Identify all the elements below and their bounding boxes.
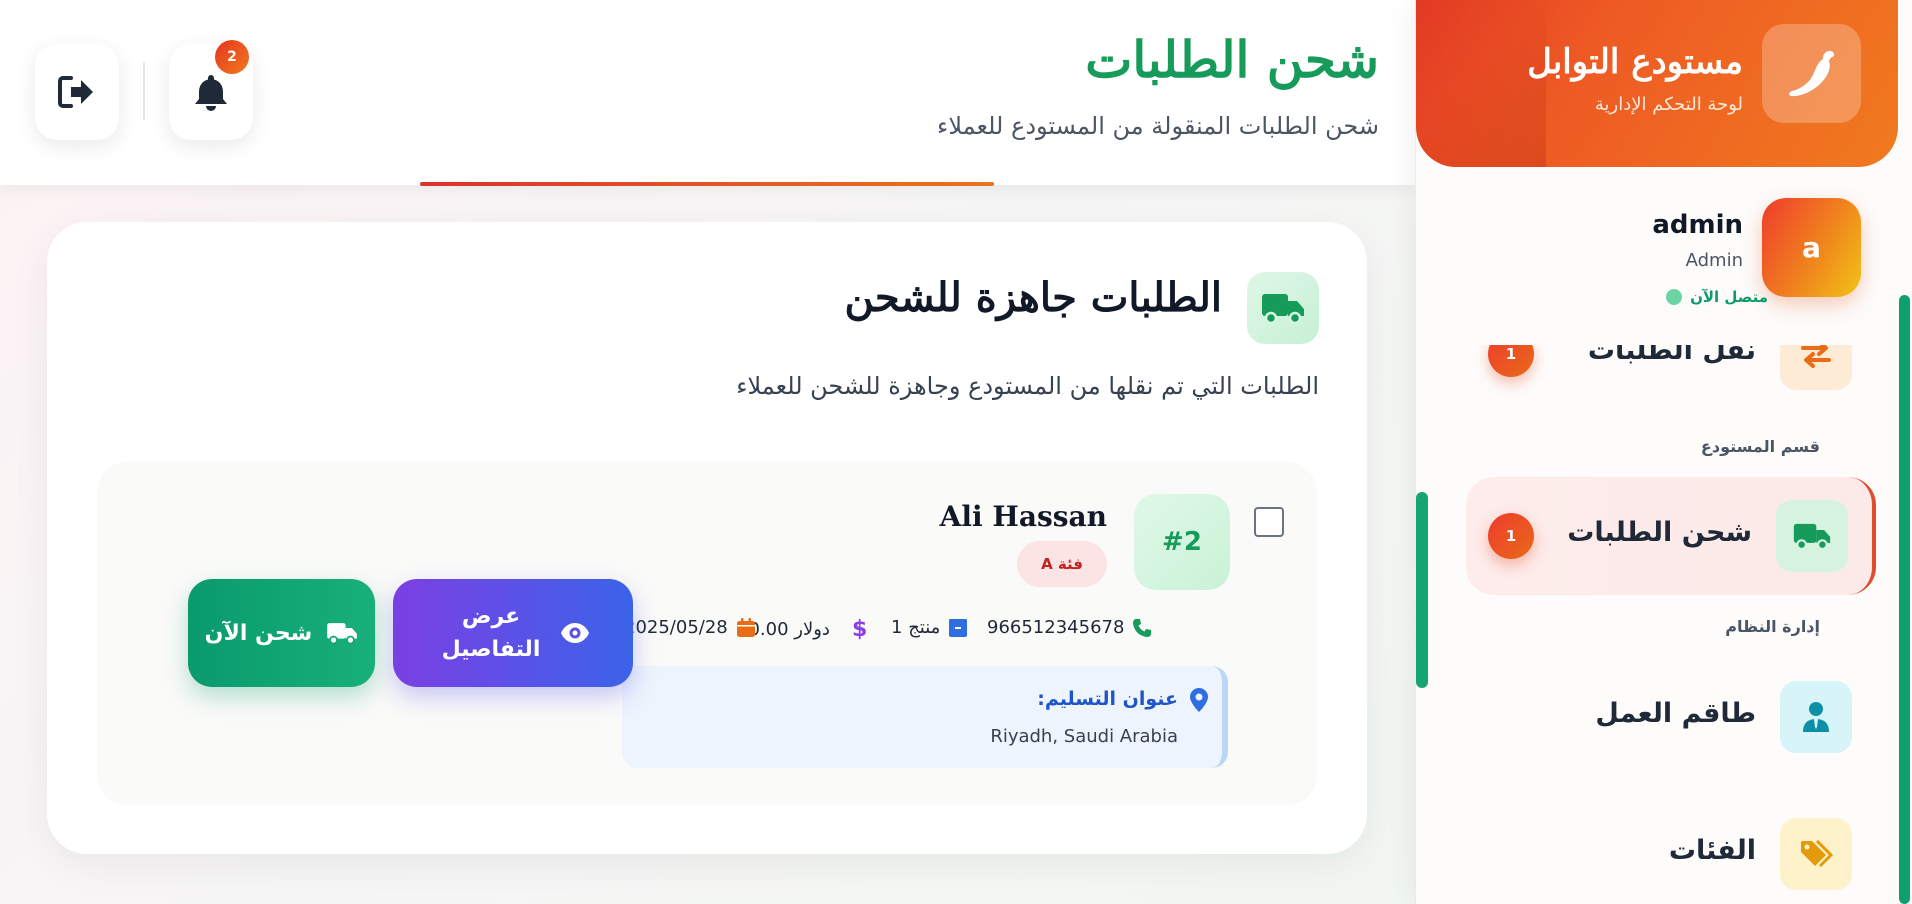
date-value: 2025/05/28 [624, 617, 728, 638]
page-subtitle: شحن الطلبات المنقولة من المستودع للعملاء [937, 112, 1379, 140]
order-phone: 966512345678 [987, 617, 1152, 638]
sidebar-item-label: نقل الطلبات [1587, 345, 1756, 366]
ship-now-label: شحن الآن [204, 620, 313, 646]
order-products: 1 منتج [891, 617, 968, 638]
panel-truck-icon [1247, 272, 1319, 344]
panel-description: الطلبات التي تم نقلها من المستودع وجاهزة… [736, 372, 1319, 400]
notification-count-badge: 2 [215, 40, 249, 74]
sidebar-scroll-thumb[interactable] [1416, 492, 1428, 688]
truck-icon [1776, 500, 1848, 572]
tags-icon [1780, 818, 1852, 890]
phone-value: 966512345678 [987, 617, 1125, 638]
view-details-button[interactable]: عرض التفاصيل [393, 579, 633, 687]
delivery-address-box: عنوان التسليم: Riyadh, Saudi Arabia [622, 666, 1228, 768]
user-role: Admin [1685, 250, 1743, 271]
user-card: a admin Admin متصل الآن [1416, 180, 1898, 345]
address-label: عنوان التسليم: [1037, 688, 1178, 710]
sidebar-nav: نقل الطلبات 1 قسم المستودع شحن الطلبات 1… [1416, 345, 1898, 904]
header-divider [143, 62, 145, 120]
section-label-warehouse: قسم المستودع [1700, 437, 1820, 456]
logout-icon [58, 76, 93, 108]
user-name: admin [1652, 210, 1743, 240]
sidebar-item-categories[interactable]: الفئات [1466, 795, 1876, 904]
location-pin-icon [1190, 688, 1208, 712]
order-amount: 60.00 دولار $ [737, 617, 867, 642]
sidebar-item-badge: 1 [1488, 513, 1534, 559]
order-date: 2025/05/28 [624, 617, 756, 638]
ready-orders-panel: الطلبات جاهزة للشحن الطلبات التي تم نقله… [47, 222, 1367, 854]
category-badge: فئة A [1017, 541, 1107, 587]
sidebar-item-badge: 1 [1488, 345, 1534, 377]
status-dot-icon [1666, 289, 1683, 305]
address-value: Riyadh, Saudi Arabia [990, 726, 1178, 747]
customer-name: Ali Hassan [939, 500, 1107, 533]
view-details-label: عرض التفاصيل [441, 604, 541, 662]
sidebar-item-label: طاقم العمل [1595, 698, 1756, 729]
order-select-checkbox[interactable] [1254, 507, 1284, 537]
panel-title: الطلبات جاهزة للشحن [844, 274, 1222, 321]
top-header: شحن الطلبات شحن الطلبات المنقولة من المس… [0, 0, 1415, 185]
chili-pepper-icon [1762, 24, 1861, 123]
eye-icon [561, 623, 589, 643]
user-tie-icon [1780, 681, 1852, 753]
page-title: شحن الطلبات [1085, 30, 1379, 89]
ship-now-button[interactable]: شحن الآن [188, 579, 375, 687]
page-scrollbar[interactable] [1899, 295, 1910, 904]
order-number: #2 [1134, 494, 1230, 590]
bell-icon [195, 75, 227, 111]
products-value: 1 منتج [891, 617, 941, 638]
transfer-arrows-icon [1780, 345, 1852, 390]
calendar-icon [736, 617, 755, 637]
dollar-icon: $ [851, 617, 868, 642]
logout-button[interactable] [35, 44, 119, 140]
brand-subtitle: لوحة التحكم الإدارية [1594, 94, 1743, 115]
sidebar-item-transfer-orders[interactable]: نقل الطلبات 1 [1466, 345, 1876, 413]
box-icon [949, 618, 968, 637]
online-status-label: متصل الآن [1690, 288, 1768, 306]
truck-icon [327, 623, 358, 645]
sidebar-item-staff[interactable]: طاقم العمل [1466, 658, 1876, 776]
online-status: متصل الآن [1666, 288, 1768, 306]
brand-header: مستودع التوابل لوحة التحكم الإدارية [1416, 0, 1898, 167]
sidebar-item-label: شحن الطلبات [1567, 517, 1752, 548]
avatar: a [1762, 198, 1861, 297]
order-card: #2 Ali Hassan فئة A 966512345678 1 منتج … [97, 462, 1317, 805]
header-accent-line [420, 182, 994, 186]
brand-title: مستودع التوابل [1527, 42, 1743, 82]
phone-icon [1133, 618, 1152, 637]
sidebar-item-ship-orders[interactable]: شحن الطلبات 1 [1466, 477, 1876, 595]
sidebar: مستودع التوابل لوحة التحكم الإدارية a ad… [1415, 0, 1912, 904]
section-label-system: إدارة النظام [1725, 617, 1820, 636]
sidebar-item-label: الفئات [1668, 835, 1756, 866]
